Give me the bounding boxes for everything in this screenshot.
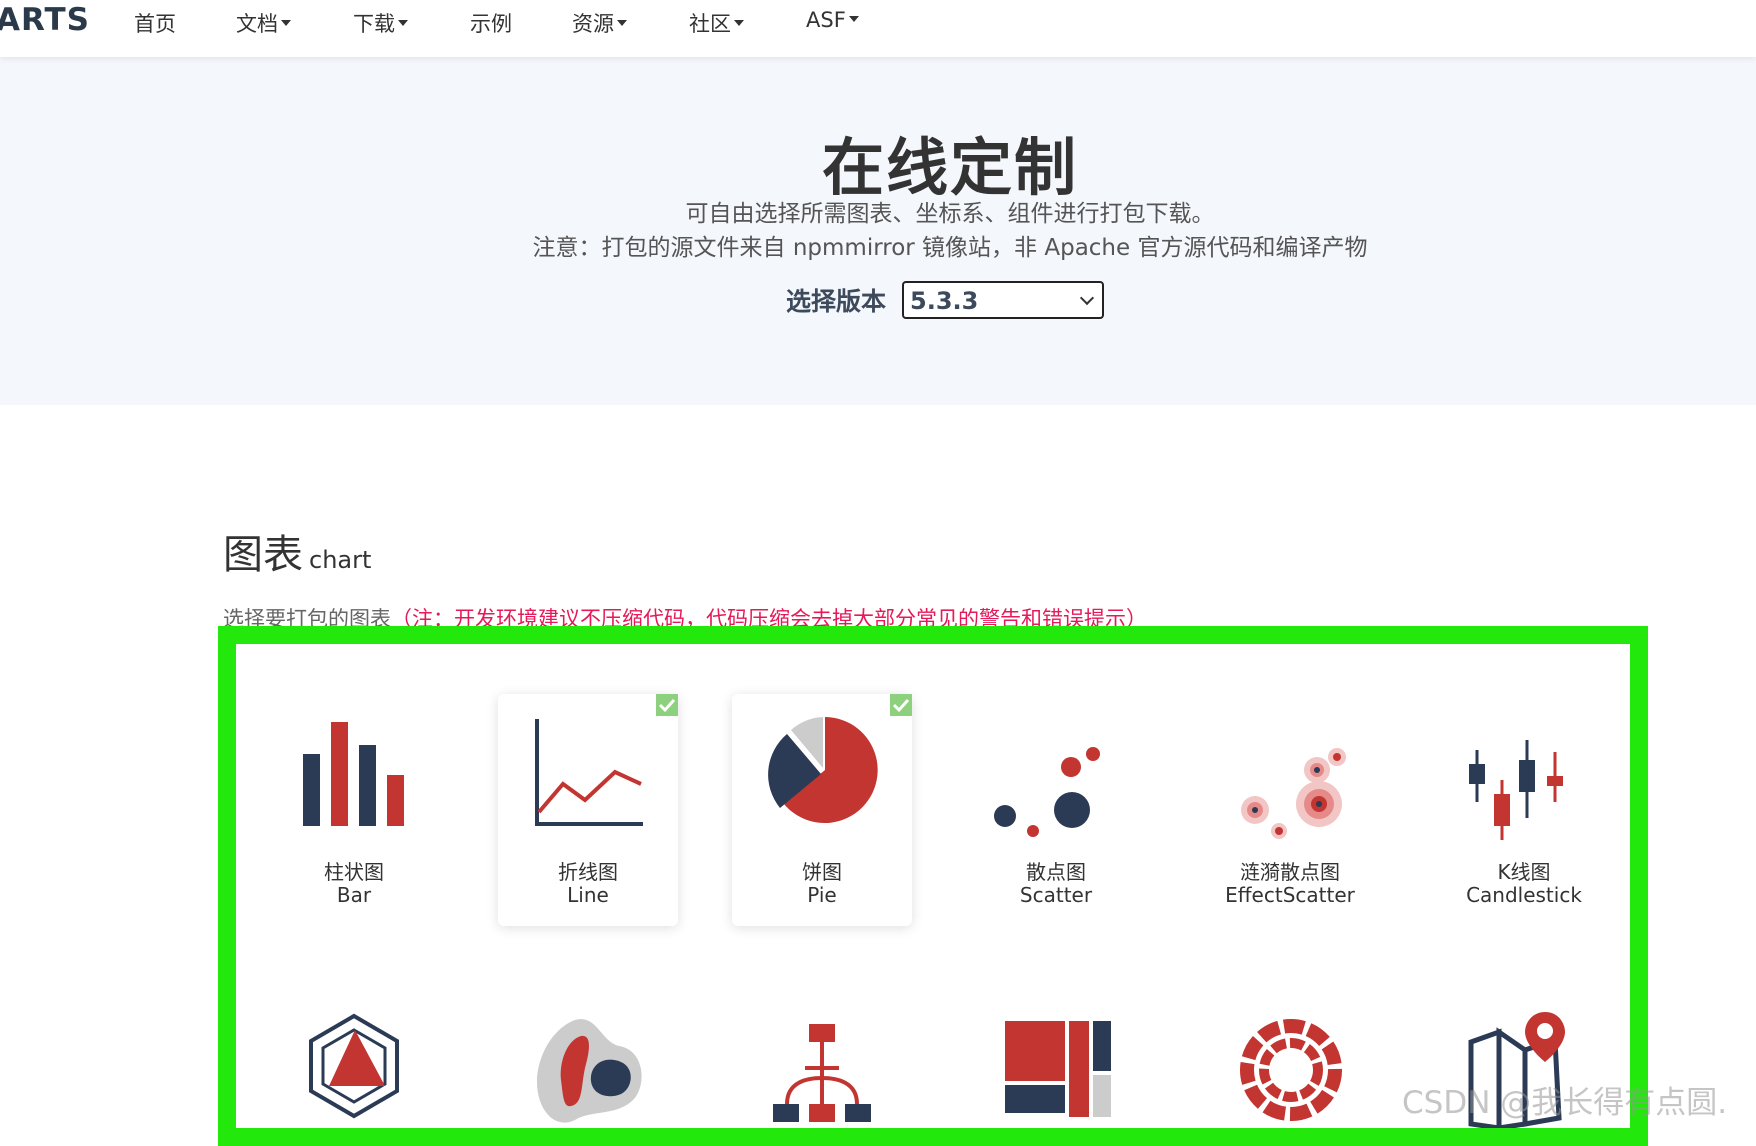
version-label: 选择版本 xyxy=(786,287,887,316)
chart-card-candlestick[interactable]: K线图 Candlestick xyxy=(1434,694,1614,926)
hero-description: 可自由选择所需图表、坐标系、组件进行打包下载。 xyxy=(685,201,1215,227)
card-label-en: Line xyxy=(567,883,609,907)
section-title: 图表 chart xyxy=(223,522,371,580)
pie-chart-icon xyxy=(768,717,878,823)
chart-card-effect-scatter[interactable]: 涟漪散点图 EffectScatter xyxy=(1200,694,1380,926)
card-label-zh: 散点图 xyxy=(1026,860,1086,884)
card-label-en: Candlestick xyxy=(1466,883,1582,907)
card-label-zh: K线图 xyxy=(1497,860,1551,884)
treemap-chart-icon[interactable] xyxy=(991,1006,1121,1136)
nav-item-resources[interactable]: 资源 xyxy=(572,8,627,38)
nav-item-label: 文档 xyxy=(236,12,278,36)
nav-item-community[interactable]: 社区 xyxy=(689,8,744,38)
chart-card-bar[interactable]: 柱状图 Bar xyxy=(264,694,444,926)
scatter-chart-icon xyxy=(994,747,1100,837)
chevron-down-icon xyxy=(1079,290,1095,306)
caret-down-icon xyxy=(617,20,627,26)
subtitle-text: 选择要打包的图表 xyxy=(223,607,391,631)
nav-item-examples[interactable]: 示例 xyxy=(470,8,512,38)
chart-card-scatter[interactable]: 散点图 Scatter xyxy=(966,694,1146,926)
card-label-en: EffectScatter xyxy=(1225,883,1355,907)
chart-card-line[interactable]: 折线图 Line xyxy=(498,694,678,926)
hero-section: 在线定制 可自由选择所需图表、坐标系、组件进行打包下载。 注意：打包的源文件来自… xyxy=(0,57,1756,405)
checkmark-icon xyxy=(892,698,910,713)
radar-chart-icon[interactable] xyxy=(289,1006,419,1136)
card-label-en: Bar xyxy=(336,883,372,907)
site-logo[interactable]: ARTS xyxy=(0,2,90,38)
bar-chart-icon xyxy=(303,722,404,826)
checkmark-icon xyxy=(658,698,676,713)
nav-item-label: 下载 xyxy=(353,12,395,36)
selected-check-badge xyxy=(890,694,912,716)
effect-scatter-chart-icon xyxy=(1241,748,1346,839)
selected-check-badge xyxy=(656,694,678,716)
hero-notice: 注意：打包的源文件来自 npmmirror 镜像站，非 Apache 官方源代码… xyxy=(532,235,1368,261)
candlestick-chart-icon xyxy=(1469,740,1563,840)
top-navbar: ARTS 首页 文档 下载 示例 资源 社区 ASF xyxy=(0,0,1756,57)
nav-item-label: ASF xyxy=(806,8,846,32)
card-label-zh: 涟漪散点图 xyxy=(1240,860,1340,884)
sunburst-chart-icon[interactable] xyxy=(1225,1006,1355,1136)
caret-down-icon xyxy=(848,16,859,22)
tree-chart-icon[interactable] xyxy=(757,1006,887,1136)
card-label-en: Scatter xyxy=(1019,883,1093,907)
section-title-zh: 图表 xyxy=(223,532,303,578)
nav-item-home[interactable]: 首页 xyxy=(134,8,176,38)
caret-down-icon xyxy=(398,20,408,26)
card-label-en: Pie xyxy=(807,883,837,907)
chart-card-pie[interactable]: 饼图 Pie xyxy=(732,694,912,926)
nav-item-download[interactable]: 下载 xyxy=(353,8,408,38)
nav-item-label: 资源 xyxy=(572,12,614,36)
csdn-watermark: CSDN @我长得有点圆. xyxy=(1402,1085,1728,1121)
nav-item-asf[interactable]: ASF xyxy=(806,8,859,32)
card-label-zh: 折线图 xyxy=(558,860,618,884)
card-label-zh: 饼图 xyxy=(802,860,842,884)
card-label-zh: 柱状图 xyxy=(324,860,384,884)
nav-item-label: 示例 xyxy=(470,12,512,36)
section-title-en: chart xyxy=(309,546,372,574)
section-subtitle: 选择要打包的图表（注：开发环境建议不压缩代码，代码压缩会去掉大部分常见的警告和错… xyxy=(223,603,1147,633)
caret-down-icon xyxy=(281,20,291,26)
version-select-value: 5.3.3 xyxy=(910,287,979,315)
nav-item-label: 社区 xyxy=(689,12,731,36)
nav-item-label: 首页 xyxy=(134,12,176,36)
caret-down-icon xyxy=(734,20,744,26)
map-chart-icon[interactable] xyxy=(523,1006,653,1136)
compression-warning-note: （注：开发环境建议不压缩代码，代码压缩会去掉大部分常见的警告和错误提示） xyxy=(391,607,1147,631)
line-chart-icon xyxy=(535,719,643,826)
version-select[interactable]: 5.3.3 xyxy=(902,281,1105,319)
version-selector-row: 选择版本 5.3.3 xyxy=(786,279,1105,321)
nav-item-docs[interactable]: 文档 xyxy=(236,8,291,38)
